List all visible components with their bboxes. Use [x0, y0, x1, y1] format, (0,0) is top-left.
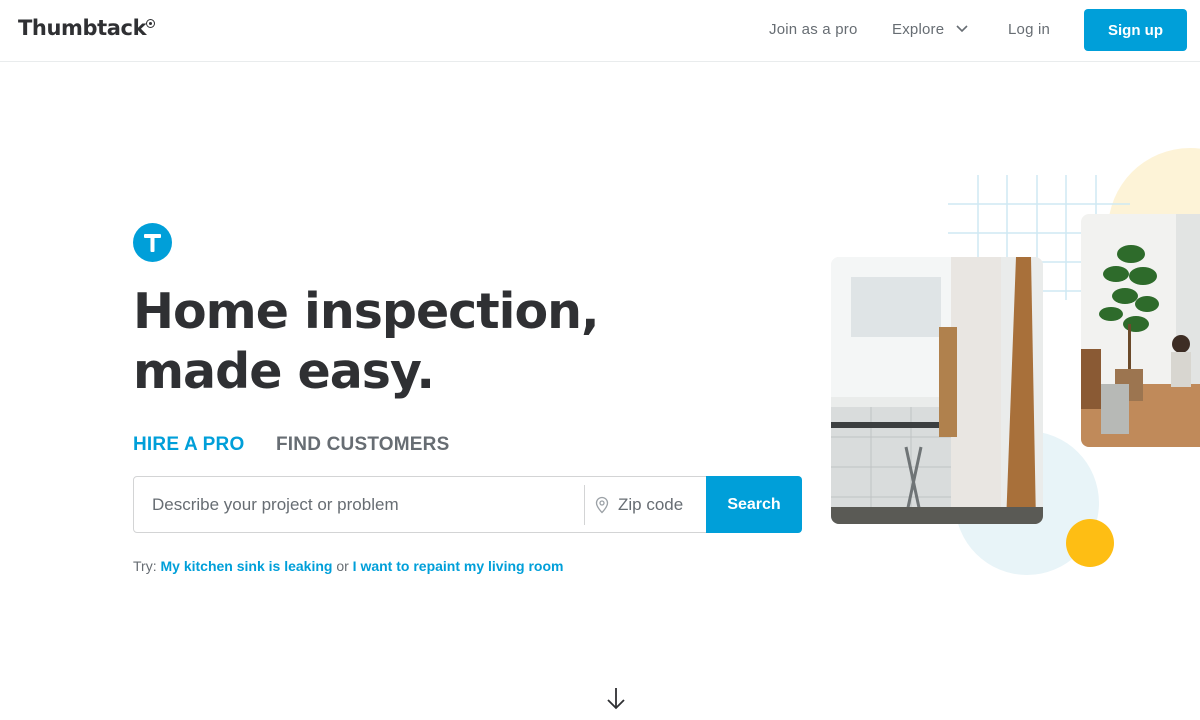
headline-line-2: made easy.: [133, 343, 435, 400]
project-search-input[interactable]: [134, 477, 584, 532]
suggestion-kitchen-sink-link[interactable]: My kitchen sink is leaking: [160, 558, 332, 574]
login-link[interactable]: Log in: [1008, 21, 1050, 38]
headline-line-1: Home inspection,: [133, 283, 600, 340]
search-button[interactable]: Search: [706, 476, 802, 533]
thumbtack-t-icon: [133, 223, 172, 262]
living-room-plant-photo: [1081, 214, 1200, 447]
chevron-down-icon[interactable]: [955, 24, 969, 34]
suggestion-repaint-link[interactable]: I want to repaint my living room: [353, 558, 564, 574]
map-pin-icon: [595, 496, 609, 514]
try-connector: or: [336, 558, 349, 574]
tab-find-customers[interactable]: FIND CUSTOMERS: [276, 434, 449, 456]
explore-menu[interactable]: Explore: [892, 21, 944, 38]
top-header: Thumbtack Join as a pro Explore Log in S…: [0, 0, 1200, 62]
zip-code-input[interactable]: [612, 477, 706, 532]
join-as-pro-link[interactable]: Join as a pro: [769, 21, 857, 38]
page-title: Home inspection, made easy.: [133, 282, 693, 402]
kitchen-renovation-photo: [831, 257, 1043, 524]
arrow-down-icon[interactable]: [605, 686, 627, 712]
search-divider: [584, 485, 585, 525]
search-form: Search: [133, 476, 802, 533]
signup-button[interactable]: Sign up: [1084, 9, 1187, 51]
try-suggestions: Try: My kitchen sink is leaking or I wan…: [133, 558, 563, 574]
thumbtack-logo[interactable]: Thumbtack: [18, 16, 147, 40]
registered-mark-icon: [146, 19, 155, 28]
tab-hire-a-pro[interactable]: HIRE A PRO: [133, 434, 244, 456]
try-prefix: Try:: [133, 558, 157, 574]
